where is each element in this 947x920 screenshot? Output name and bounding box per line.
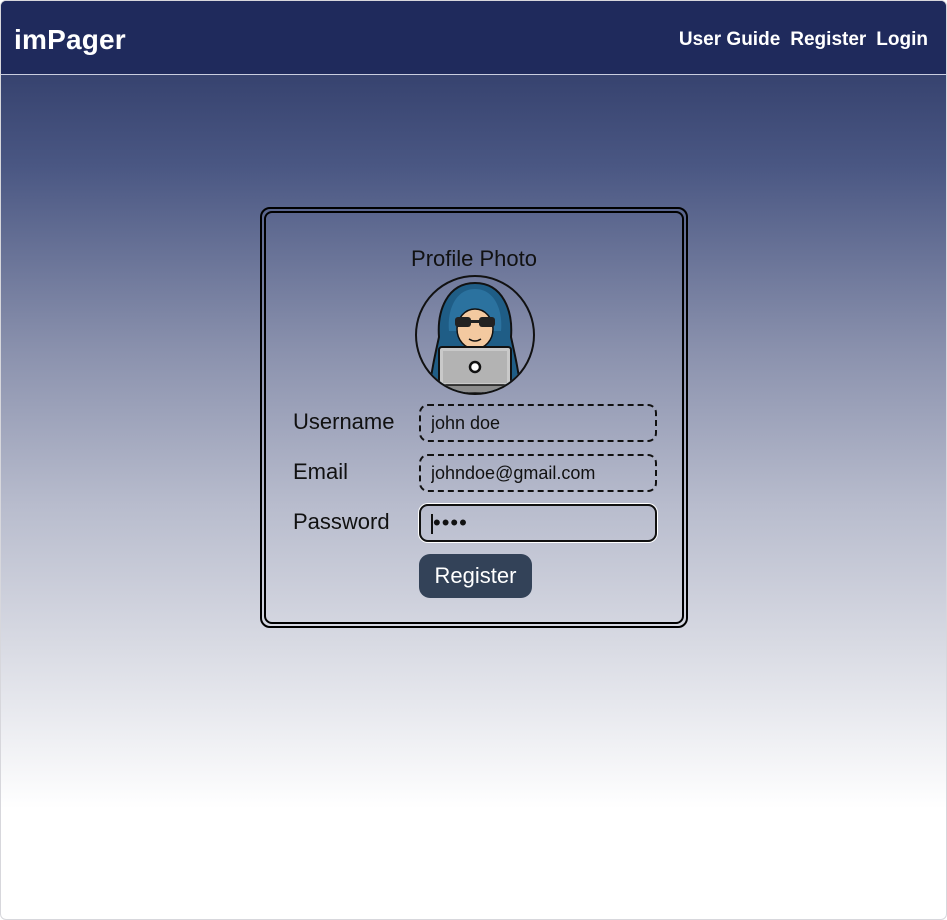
nav-links: User Guide Register Login [679,29,928,51]
navbar: imPager User Guide Register Login [1,1,946,75]
register-card-inner: Profile Photo Username john doe Email jo… [264,211,684,624]
password-input[interactable]: •••• [419,504,657,542]
username-input[interactable] [419,404,657,442]
email-input[interactable] [419,454,657,492]
nav-link-register[interactable]: Register [790,29,866,51]
nav-link-login[interactable]: Login [876,29,928,51]
username-label: Username [293,409,395,434]
register-card: Profile Photo Username john doe Email jo… [260,207,688,628]
password-mask: •••• [433,510,468,535]
profile-avatar[interactable] [415,275,535,395]
register-button[interactable]: Register [419,554,532,598]
hacker-avatar-icon [427,281,523,393]
email-label: Email [293,459,349,484]
profile-photo-title: Profile Photo [411,246,537,271]
brand-logo[interactable]: imPager [14,24,126,56]
app-window: imPager User Guide Register Login Profil… [0,0,947,920]
nav-link-user-guide[interactable]: User Guide [679,29,780,51]
password-label: Password [293,509,390,534]
